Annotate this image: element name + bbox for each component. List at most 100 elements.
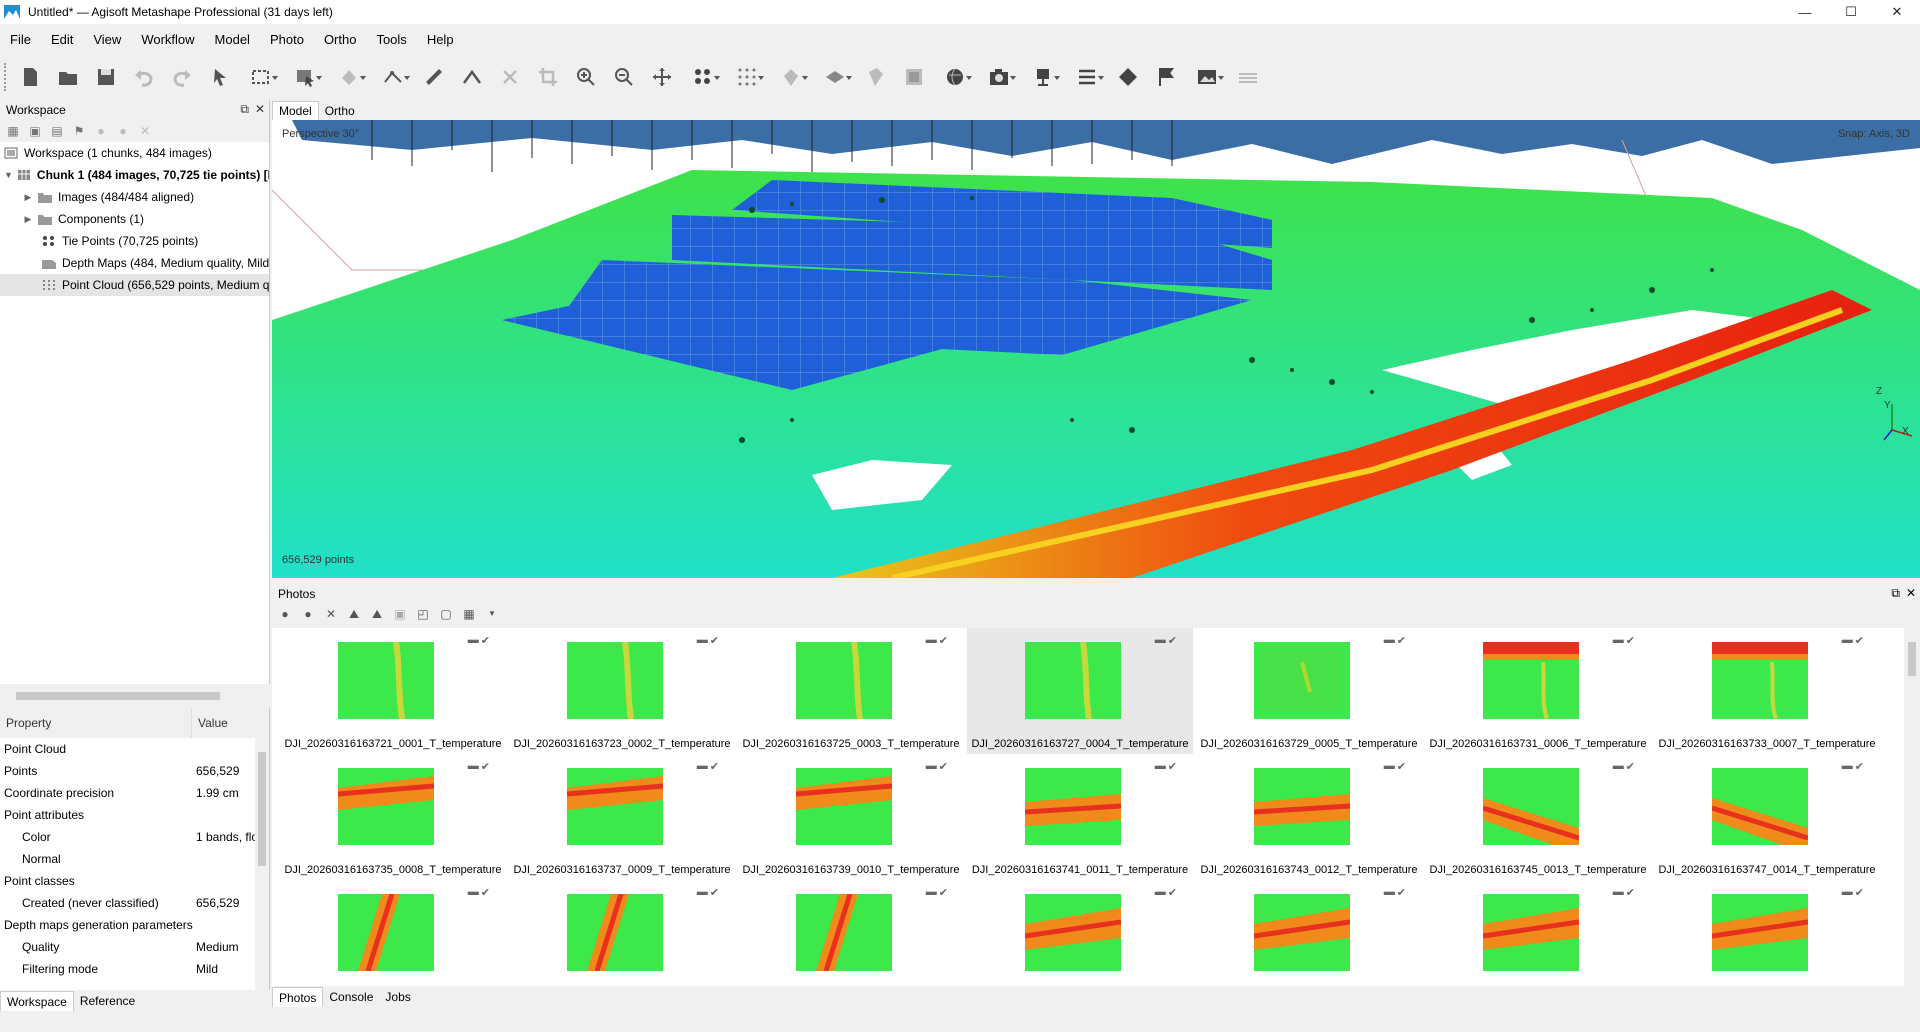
menu-help[interactable]: Help [427,32,454,47]
undock-icon[interactable]: ⧉ [1891,586,1900,601]
show-cameras-icon[interactable] [686,63,720,91]
photo-item[interactable]: ▬ ✔ [509,880,735,986]
draw-polyline-icon[interactable] [376,63,410,91]
enable-icon[interactable]: ● [94,124,108,138]
menu-view[interactable]: View [93,32,121,47]
photo-item[interactable]: ▬ ✔ [967,880,1193,986]
property-row[interactable]: Normal [0,848,269,870]
photo-item[interactable]: ▬ ✔ [1196,880,1422,986]
remove-icon[interactable]: ✕ [138,124,152,138]
angle-icon[interactable] [458,63,486,91]
tree-item-depth-maps[interactable]: Depth Maps (484, Medium quality, Mild [0,252,269,274]
photo-item[interactable]: ▬ ✔ DJI_20260316163733_0007_T_temperature [1654,628,1880,754]
menu-ortho[interactable]: Ortho [324,32,357,47]
zoom-out-icon[interactable] [610,63,638,91]
photo-item[interactable]: ▬ ✔ DJI_20260316163737_0009_T_temperature [509,754,735,880]
properties-scrollbar[interactable] [255,738,269,990]
add-marker-icon[interactable]: ⚑ [72,124,86,138]
tab-jobs[interactable]: Jobs [379,987,416,1007]
tab-photos[interactable]: Photos [272,987,324,1007]
delete-selection-icon[interactable] [496,63,524,91]
orthomosaic-icon[interactable] [900,63,928,91]
camera-calibration-icon[interactable]: ◰ [416,607,430,621]
tab-model[interactable]: Model [272,101,319,120]
menu-workflow[interactable]: Workflow [141,32,194,47]
tree-item-chunk[interactable]: ▼ Chunk 1 (484 images, 70,725 tie points… [0,164,269,186]
collapse-arrow-icon[interactable]: ▼ [4,170,13,180]
ruler-icon[interactable] [420,63,448,91]
photo-item[interactable]: ▬ ✔ DJI_20260316163739_0010_T_temperature [738,754,964,880]
tab-workspace[interactable]: Workspace [0,991,74,1011]
model-shaded-icon[interactable] [818,63,852,91]
model-viewport[interactable]: Perspective 30° Snap: Axis, 3D 656,529 p… [272,120,1920,578]
image-view-icon[interactable] [1190,63,1224,91]
mask-icon[interactable]: ▣ [393,607,407,621]
photo-item[interactable]: ▬ ✔ DJI_20260316163731_0006_T_temperature [1425,628,1651,754]
scrollbar-thumb[interactable] [1908,642,1916,676]
property-row[interactable]: Point classes [0,870,269,892]
shape-draw-icon[interactable] [332,63,366,91]
crop-selection-icon[interactable] [534,63,562,91]
thumbnail-view-icon[interactable]: ▦ [462,607,476,621]
value-column-header[interactable]: Value [192,716,228,730]
image-quality-icon[interactable]: ▢ [439,607,453,621]
tree-item-components[interactable]: ▶ Components (1) [0,208,269,230]
add-chunk-icon[interactable]: ▦ [6,124,20,138]
maximize-button[interactable]: ☐ [1828,0,1874,24]
flag-icon[interactable] [1152,63,1180,91]
expand-arrow-icon[interactable]: ▶ [22,214,34,225]
photo-item[interactable]: ▬ ✔ DJI_20260316163729_0005_T_temperature [1196,628,1422,754]
disable-camera-icon[interactable]: ● [301,607,315,621]
property-row[interactable]: Created (never classified) 656,529 [0,892,269,914]
point-cloud-view-icon[interactable] [730,63,764,91]
photo-item[interactable]: ▬ ✔ DJI_20260316163723_0002_T_temperature [509,628,735,754]
photo-item[interactable]: ▬ ✔ DJI_20260316163725_0003_T_temperature [738,628,964,754]
close-button[interactable]: ✕ [1874,0,1920,24]
reset-view-icon[interactable] [648,63,676,91]
new-document-icon[interactable] [16,63,44,91]
navigation-cursor-icon[interactable] [206,63,234,91]
align-icon[interactable]: ⛰ [347,607,361,621]
photo-item[interactable]: ▬ ✔ DJI_20260316163727_0004_T_temperature [967,628,1193,754]
reset-alignment-icon[interactable]: ⛰ [370,607,384,621]
save-icon[interactable] [92,63,120,91]
menu-model[interactable]: Model [215,32,250,47]
photo-item[interactable]: ▬ ✔ [280,880,506,986]
view-mode-dropdown-icon[interactable]: ▼ [485,607,499,621]
add-folder-icon[interactable]: ▤ [50,124,64,138]
scrollbar-thumb[interactable] [258,752,266,866]
tab-console[interactable]: Console [323,987,379,1007]
property-row[interactable]: Quality Medium [0,936,269,958]
panel-close-icon[interactable]: ✕ [255,102,265,117]
expand-arrow-icon[interactable]: ▶ [22,192,34,203]
photo-item[interactable]: ▬ ✔ DJI_20260316163721_0001_T_temperature [280,628,506,754]
menu-edit[interactable]: Edit [51,32,73,47]
tree-item-workspace[interactable]: Workspace (1 chunks, 484 images) [0,142,269,164]
tree-item-images[interactable]: ▶ Images (484/484 aligned) [0,186,269,208]
globe-icon[interactable] [938,63,972,91]
camera-icon[interactable] [982,63,1016,91]
photo-item[interactable]: ▬ ✔ DJI_20260316163747_0014_T_temperature [1654,754,1880,880]
property-column-header[interactable]: Property [0,708,192,738]
rectangle-selection-icon[interactable] [244,63,278,91]
property-row[interactable]: Points 656,529 [0,760,269,782]
undo-icon[interactable] [130,63,158,91]
panel-close-icon[interactable]: ✕ [1906,586,1916,601]
enable-camera-icon[interactable]: ● [278,607,292,621]
property-row[interactable]: Point attributes [0,804,269,826]
move-region-icon[interactable] [288,63,322,91]
property-row[interactable]: Point Cloud [0,738,269,760]
redo-icon[interactable] [168,63,196,91]
tree-item-tie-points[interactable]: Tie Points (70,725 points) [0,230,269,252]
open-folder-icon[interactable] [54,63,82,91]
menu-file[interactable]: File [10,32,31,47]
photo-item[interactable]: ▬ ✔ DJI_20260316163745_0013_T_temperature [1425,754,1651,880]
photo-item[interactable]: ▬ ✔ [738,880,964,986]
property-row[interactable]: Filtering mode Mild [0,958,269,980]
scrollbar-thumb[interactable] [16,692,220,700]
minimize-button[interactable]: — [1782,0,1828,24]
dense-cloud-icon[interactable] [774,63,808,91]
zoom-in-icon[interactable] [572,63,600,91]
tab-ortho[interactable]: Ortho [319,102,361,120]
drone-camera-icon[interactable] [1026,63,1060,91]
